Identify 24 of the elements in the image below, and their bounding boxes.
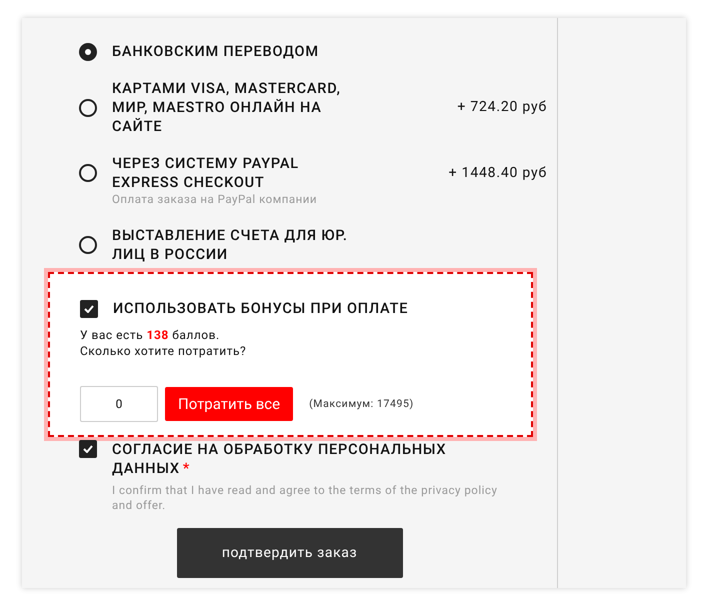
payment-method-label: ЧЕРЕЗ СИСТЕМУ PAYPAL EXPRESS CHECKOUT (112, 154, 300, 192)
bonus-question: Сколько хотите потратить? (80, 343, 248, 359)
check-icon (83, 445, 93, 454)
price-surcharge: + 724.20 руб (457, 98, 547, 117)
check-icon (84, 305, 94, 314)
payment-method-label: КАРТАМИ VISA, MASTERCARD, МИР, MAESTRO ОНЛАЙН НА САЙТЕ (112, 79, 342, 136)
checkbox[interactable] (80, 300, 98, 318)
price-surcharge: + 1448.40 руб (448, 164, 547, 182)
confirm-order-button[interactable]: подтвердить заказ (176, 528, 402, 578)
radio-button[interactable] (79, 164, 97, 182)
radio-button[interactable] (79, 236, 97, 254)
consent-note: I confirm that I have read and agree to the terms of the privacy policy and offer. (112, 483, 498, 514)
bonus-label: ИСПОЛЬЗОВАТЬ БОНУСЫ ПРИ ОПЛАТЕ (113, 299, 408, 320)
radio-button[interactable] (79, 42, 97, 60)
radio-button[interactable] (79, 98, 97, 116)
payment-method-label: ВЫСТАВЛЕНИЕ СЧЕТА ДЛЯ ЮР. ЛИЦ В РОССИИ (112, 226, 349, 264)
consent-label: СОГЛАСИЕ НА ОБРАБОТКУ ПЕРСОНАЛЬНЫХ ДАННЫХ * (112, 440, 448, 478)
payment-method-note: Оплата заказа на PayPal компании (112, 191, 318, 208)
bonus-amount-field[interactable]: 0 (80, 386, 158, 422)
checkbox[interactable] (79, 440, 97, 458)
bonus-maximum: (Максимум: 17495) (309, 396, 414, 412)
payment-method-label: БАНКОВСКИМ ПЕРЕВОДОМ (112, 42, 320, 61)
bonus-balance-text: У вас есть 138 баллов. (80, 327, 221, 343)
spend-all-button[interactable]: Потратить все (165, 387, 294, 421)
